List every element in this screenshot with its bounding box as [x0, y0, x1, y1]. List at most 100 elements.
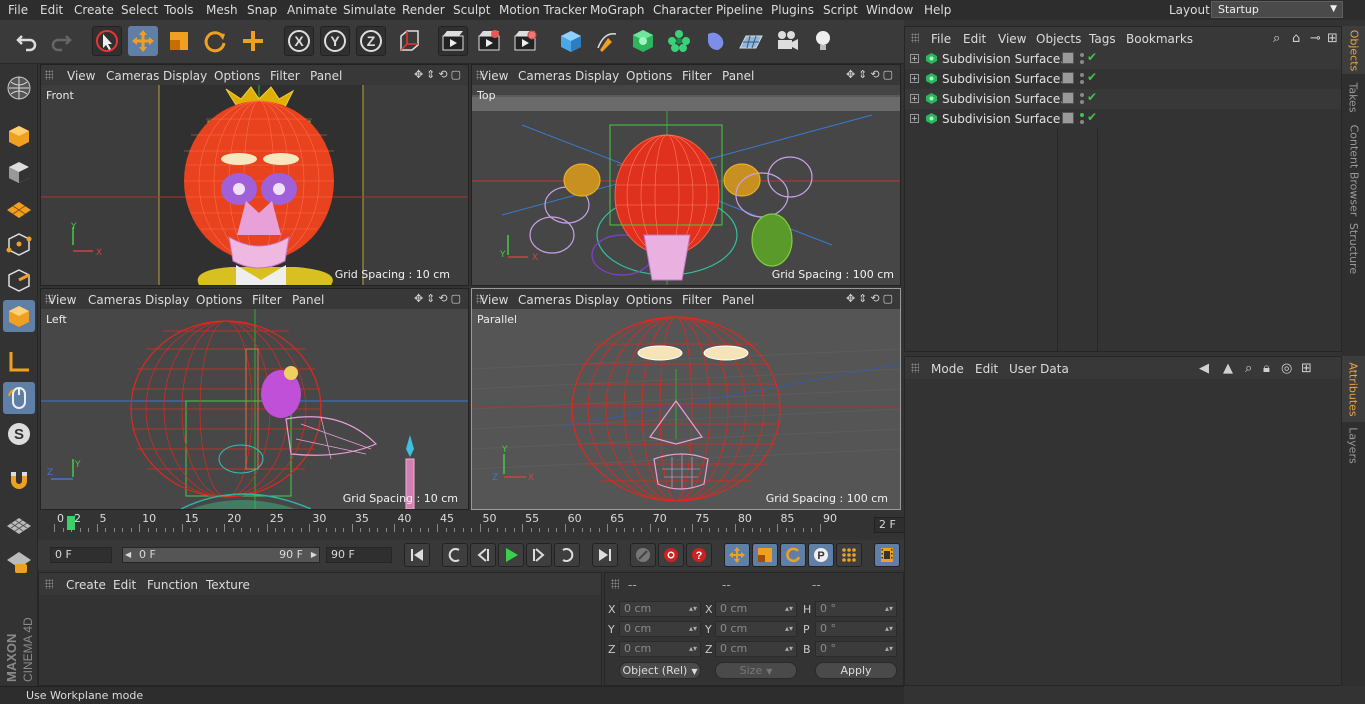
snap-button[interactable]: [3, 464, 35, 496]
attr-menu-mode[interactable]: Mode: [931, 362, 964, 376]
object-row[interactable]: + Subdivision Surface ✔: [905, 109, 1341, 129]
viewport-canvas[interactable]: Y X: [41, 85, 468, 285]
drag-grip-icon[interactable]: [611, 579, 619, 589]
layer-tag-icon[interactable]: [1062, 52, 1074, 64]
enable-axis-button[interactable]: [3, 346, 35, 378]
live-selection-button[interactable]: [92, 26, 122, 56]
camera-button[interactable]: [772, 26, 802, 56]
object-manager[interactable]: File Edit View Objects Tags Bookmarks ⌕ …: [904, 26, 1342, 352]
menu-plugins[interactable]: Plugins: [771, 3, 814, 17]
expand-icon[interactable]: +: [910, 94, 919, 103]
redo-button[interactable]: [46, 26, 76, 56]
viewport-top[interactable]: View Cameras Display Options Filter Pane…: [471, 64, 901, 286]
mat-menu-edit[interactable]: Edit: [113, 578, 136, 592]
tab-content-browser[interactable]: Content Browser: [1342, 120, 1365, 220]
next-frame-button[interactable]: [526, 543, 552, 567]
workplane-lock-button[interactable]: [3, 510, 35, 542]
next-key-button[interactable]: [554, 543, 580, 567]
world-coordinates-button[interactable]: [394, 26, 424, 56]
timeline[interactable]: 0 2 5 10 15 20 25 30 35 40 45 50 55 60 65 70 75 80 85 90 2 …: [38, 510, 936, 540]
visibility-dots-icon[interactable]: [1079, 111, 1085, 127]
vp-menu-options[interactable]: Options: [196, 293, 242, 307]
new-window-icon[interactable]: ⊞: [1327, 31, 1338, 46]
key-pla-button[interactable]: [836, 543, 862, 567]
attribute-manager[interactable]: Mode Edit User Data ◀ ▲ ⌕ 🔒︎ ◎ ⊞: [904, 356, 1342, 686]
x-axis-lock-button[interactable]: X: [284, 26, 314, 56]
menu-animate[interactable]: Animate: [287, 3, 337, 17]
obj-menu-tags[interactable]: Tags: [1089, 32, 1116, 46]
expand-icon[interactable]: +: [910, 74, 919, 83]
key-scale-button[interactable]: [752, 543, 778, 567]
vp-menu-cameras[interactable]: Cameras: [88, 293, 141, 307]
previous-key-button[interactable]: [442, 543, 468, 567]
cloner-button[interactable]: [664, 26, 694, 56]
object-row[interactable]: + Subdivision Surface.1 ✔: [905, 89, 1341, 109]
obj-menu-file[interactable]: File: [931, 32, 951, 46]
attr-menu-edit[interactable]: Edit: [975, 362, 998, 376]
coordinate-mode-dropdown[interactable]: Object (Rel) ▼: [619, 662, 701, 679]
vp-menu-filter[interactable]: Filter: [682, 293, 712, 307]
pen-spline-button[interactable]: [592, 26, 622, 56]
layer-tag-icon[interactable]: [1062, 72, 1074, 84]
vp-menu-view[interactable]: View: [480, 293, 508, 307]
menu-character[interactable]: Character: [653, 3, 712, 17]
coord-value-field[interactable]: 0 cm ▴▾: [619, 621, 701, 637]
enabled-check-icon[interactable]: ✔: [1087, 70, 1097, 84]
vp-menu-panel[interactable]: Panel: [310, 69, 342, 83]
layer-tag-icon[interactable]: [1062, 112, 1074, 124]
go-to-end-button[interactable]: [592, 543, 618, 567]
end-frame-field[interactable]: 90 F: [326, 547, 392, 563]
tab-takes[interactable]: Takes: [1342, 76, 1365, 118]
coord-value-field[interactable]: 0 cm ▴▾: [715, 621, 797, 637]
vp-menu-view[interactable]: View: [67, 69, 95, 83]
menu-sculpt[interactable]: Sculpt: [453, 3, 490, 17]
keyframe-selection-button[interactable]: ?: [686, 543, 712, 567]
mat-menu-texture[interactable]: Texture: [206, 578, 250, 592]
menu-tools[interactable]: Tools: [164, 3, 194, 17]
viewport-canvas[interactable]: Y X Z: [472, 309, 900, 509]
drag-grip-icon[interactable]: [911, 33, 919, 43]
vp-menu-view[interactable]: View: [48, 293, 76, 307]
home-icon[interactable]: ⌂: [1292, 31, 1300, 46]
vp-menu-options[interactable]: Options: [626, 293, 672, 307]
obj-menu-view[interactable]: View: [998, 32, 1026, 46]
menu-help[interactable]: Help: [924, 3, 951, 17]
vp-menu-options[interactable]: Options: [626, 69, 672, 83]
vp-menu-cameras[interactable]: Cameras: [518, 69, 571, 83]
tweak-mode-button[interactable]: [3, 382, 35, 414]
expand-icon[interactable]: +: [910, 54, 919, 63]
coord-value-field[interactable]: 0 ° ▴▾: [815, 621, 897, 637]
visibility-dots-icon[interactable]: [1079, 51, 1085, 67]
points-mode-button[interactable]: [3, 228, 35, 260]
tab-attributes[interactable]: Attributes: [1342, 356, 1365, 422]
previous-frame-button[interactable]: [470, 543, 496, 567]
vp-menu-display[interactable]: Display: [575, 69, 619, 83]
arrow-up-icon[interactable]: ▲: [1223, 361, 1233, 376]
key-rotation-button[interactable]: [780, 543, 806, 567]
vp-menu-filter[interactable]: Filter: [270, 69, 300, 83]
tab-layers[interactable]: Layers: [1342, 424, 1365, 466]
attr-menu-user-data[interactable]: User Data: [1009, 362, 1069, 376]
timeline-ruler[interactable]: 0 2 5 10 15 20 25 30 35 40 45 50 55 60 65 70 75 80 85 90: [50, 512, 837, 534]
coord-value-field[interactable]: 0 ° ▴▾: [815, 601, 897, 617]
model-mode-button[interactable]: [3, 120, 35, 152]
drag-grip-icon[interactable]: [911, 363, 919, 373]
obj-menu-bookmarks[interactable]: Bookmarks: [1126, 32, 1193, 46]
enabled-check-icon[interactable]: ✔: [1087, 110, 1097, 124]
viewport-navigation-icons[interactable]: ✥⇕⟲▢: [414, 68, 464, 81]
object-row[interactable]: + Subdivision Surface.3 ✔: [905, 49, 1341, 69]
coord-value-field[interactable]: 0 cm ▴▾: [619, 641, 701, 657]
vp-menu-display[interactable]: Display: [163, 69, 207, 83]
edit-render-settings-button[interactable]: [510, 26, 540, 56]
autokeying-button[interactable]: [658, 543, 684, 567]
menu-script[interactable]: Script: [823, 3, 858, 17]
expand-icon[interactable]: +: [910, 114, 919, 123]
z-axis-lock-button[interactable]: Z: [356, 26, 386, 56]
vp-menu-panel[interactable]: Panel: [722, 293, 754, 307]
object-row[interactable]: + Subdivision Surface.2 ✔: [905, 69, 1341, 89]
viewport-canvas[interactable]: Y Z: [41, 309, 468, 509]
cube-primitive-button[interactable]: [556, 26, 586, 56]
menu-mesh[interactable]: Mesh: [206, 3, 238, 17]
drag-grip-icon[interactable]: [45, 579, 53, 589]
edges-mode-button[interactable]: [3, 264, 35, 296]
